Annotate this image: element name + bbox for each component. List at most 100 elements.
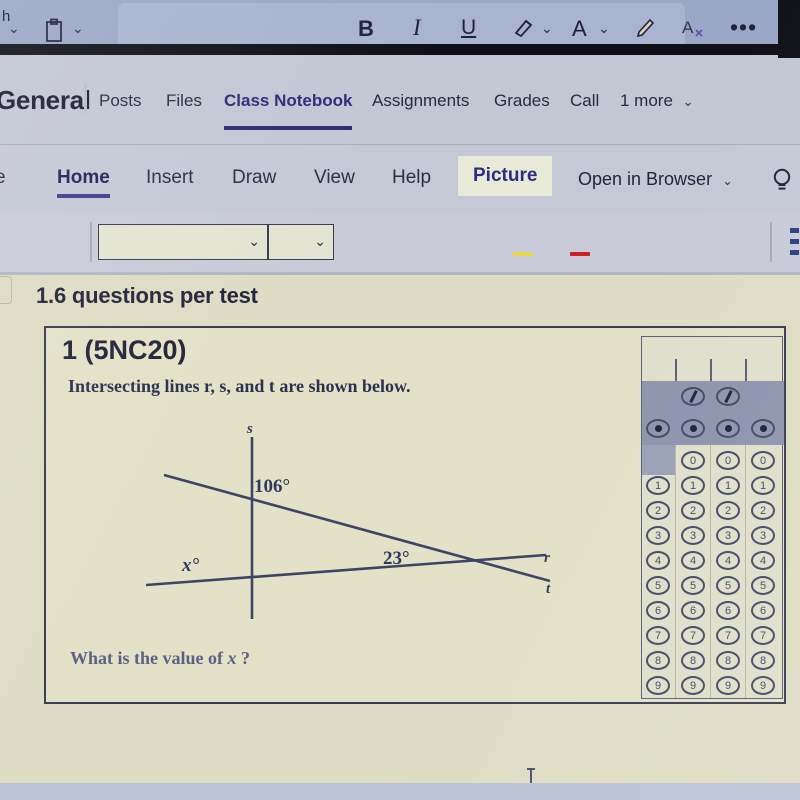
undo-chevron-icon[interactable]: ⌄ [8,20,20,37]
bubble-3-col4[interactable]: 3 [751,526,775,545]
italic-button[interactable]: I [413,15,421,41]
active-ribbon-underline [57,194,110,198]
angle-label-23: 23° [383,548,410,569]
bubble-decimal-col3[interactable] [716,419,740,438]
ribbon-tab-home[interactable]: Home [57,167,110,198]
question-ask-mark: ? [236,648,250,668]
bubble-8-col3[interactable]: 8 [716,651,740,670]
bubble-4-col1[interactable]: 4 [646,551,670,570]
bubble-decimal-col1[interactable] [646,419,670,438]
bubble-6-col1[interactable]: 6 [646,601,670,620]
bubble-8-col2[interactable]: 8 [681,651,705,670]
font-color-chevron-icon[interactable]: ⌄ [598,20,610,37]
bubble-5-col3[interactable]: 5 [716,576,740,595]
clear-formatting-icon[interactable]: A [682,15,706,47]
paste-chevron-icon[interactable]: ⌄ [72,20,84,37]
bubble-2-col2[interactable]: 2 [681,501,705,520]
bubble-3-col1[interactable]: 3 [646,526,670,545]
font-name-dropdown[interactable]: ⌄ [98,224,268,260]
teams-tabs-overflow[interactable]: 1 more ⌄ [620,91,694,111]
ribbon-tab-insert[interactable]: Insert [146,167,194,189]
bubble-8-col1[interactable]: 8 [646,651,670,670]
bubble-0-col4[interactable]: 0 [751,451,775,470]
lightbulb-icon[interactable] [772,167,792,193]
teams-tab-call[interactable]: Call [570,91,599,111]
geometry-diagram: s 106° x° 23° r t [145,421,566,623]
teams-tab-label: Files [166,91,202,110]
grid-zero-blank-cell [642,445,675,475]
line-label-r: r [544,550,550,566]
more-options-button[interactable]: ••• [730,14,757,41]
bubble-6-col3[interactable]: 6 [716,601,740,620]
bubble-2-col4[interactable]: 2 [751,501,775,520]
bubble-4-col4[interactable]: 4 [751,551,775,570]
ribbon-tab-draw[interactable]: Draw [232,167,276,189]
highlight-chevron-icon[interactable]: ⌄ [541,20,553,37]
bubble-1-col2[interactable]: 1 [681,476,705,495]
answer-bubble-grid[interactable]: 000111122223333444455556666777788889999 [641,336,784,699]
bubble-9-col3[interactable]: 9 [716,676,740,695]
grid-column-divider [675,445,677,698]
clipboard-icon[interactable] [44,18,64,50]
teams-tab-class-notebook[interactable]: Class Notebook [224,91,353,130]
ribbon-tab-help[interactable]: Help [392,167,431,189]
ribbon-tab-view[interactable]: View [314,167,355,189]
bubble-4-col2[interactable]: 4 [681,551,705,570]
page-tab-handle[interactable] [0,276,12,304]
window-divider [0,44,800,55]
ribbon-tab-label: Home [57,167,110,188]
bubble-3-col3[interactable]: 3 [716,526,740,545]
bubble-7-col3[interactable]: 7 [716,626,740,645]
bubble-5-col1[interactable]: 5 [646,576,670,595]
font-size-dropdown[interactable]: ⌄ [268,224,334,260]
bubble-2-col1[interactable]: 2 [646,501,670,520]
teams-tab-grades[interactable]: Grades [494,91,550,111]
bubble-5-col2[interactable]: 5 [681,576,705,595]
teams-tab-label: Call [570,91,600,110]
bubble-7-col1[interactable]: 7 [646,626,670,645]
bubble-1-col4[interactable]: 1 [751,476,775,495]
bubble-1-col1[interactable]: 1 [646,476,670,495]
format-painter-icon[interactable] [632,17,656,47]
bubble-6-col2[interactable]: 6 [681,601,705,620]
open-in-browser-button[interactable]: Open in Browser ⌄ [578,169,733,190]
bubble-9-col1[interactable]: 9 [646,676,670,695]
line-label-t: t [546,581,551,597]
teams-tab-files[interactable]: Files [166,91,202,111]
open-in-browser-label: Open in Browser [578,169,713,189]
ribbon-tab-label: View [314,167,355,188]
bubble-9-col2[interactable]: 9 [681,676,705,695]
bubble-5-col4[interactable]: 5 [751,576,775,595]
teams-tab-assignments[interactable]: Assignments [372,91,469,111]
ribbon-tab-picture[interactable]: Picture [458,156,553,196]
question-variable: x [227,648,237,668]
bubble-7-col4[interactable]: 7 [751,626,775,645]
bubble-3-col2[interactable]: 3 [681,526,705,545]
page-title: 1.6 questions per test [36,283,258,308]
font-color-swatch [570,252,590,256]
underline-button[interactable]: U [461,16,476,40]
bubble-decimal-col4[interactable] [751,419,775,438]
bubble-7-col2[interactable]: 7 [681,626,705,645]
bubble-decimal-col2[interactable] [681,419,705,438]
question-number: 1 (5NC20) [62,335,187,365]
bubble-fraction-col2[interactable] [681,387,705,406]
bold-button[interactable]: B [358,16,374,42]
bubble-1-col3[interactable]: 1 [716,476,740,495]
highlighter-icon[interactable] [512,16,536,46]
bubble-2-col3[interactable]: 2 [716,501,740,520]
bubble-0-col3[interactable]: 0 [716,451,740,470]
font-color-button[interactable]: A [572,16,587,42]
chevron-down-icon: ⌄ [314,233,326,249]
bubble-fraction-col3[interactable] [716,387,740,406]
bubble-0-col2[interactable]: 0 [681,451,705,470]
photo-of-screen: h General Posts Files Class Notebook Ass… [0,0,800,800]
bubble-9-col4[interactable]: 9 [751,676,775,695]
bubble-6-col4[interactable]: 6 [751,601,775,620]
angle-label-106: 106° [254,476,291,497]
ribbon-tab-file[interactable]: e [0,167,6,189]
bubble-4-col3[interactable]: 4 [716,551,740,570]
ribbon-tab-label: Help [392,167,432,188]
teams-tab-posts[interactable]: Posts [99,91,142,111]
bubble-8-col4[interactable]: 8 [751,651,775,670]
